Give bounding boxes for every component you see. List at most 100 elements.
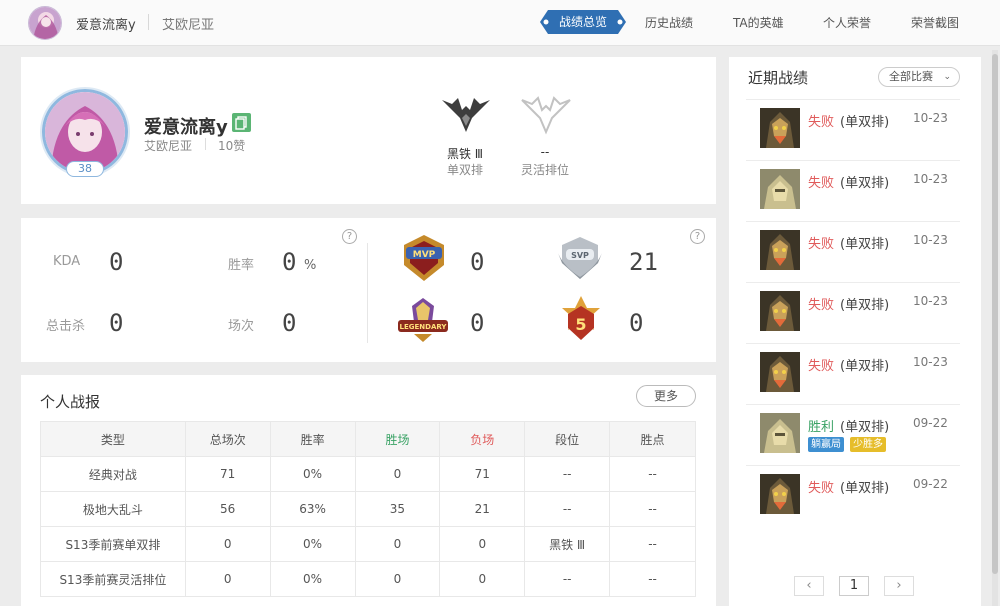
match-tag: 少胜多 [850,437,886,452]
match-date: 10-23 [913,233,948,247]
tab-history[interactable]: 历史战绩 [645,14,693,31]
match-date: 10-23 [913,111,948,125]
match-mode: (单双排) [840,176,890,191]
match-date: 09-22 [913,477,948,491]
chevron-down-icon: ⌄ [943,72,951,82]
profile-likes: 10赞 [218,139,246,153]
legendary-badge-icon: LEGENDARY [394,296,452,348]
table-cell: 71 [184,456,271,492]
table-cell: 0 [354,561,441,597]
match-result: 胜利 [808,420,835,435]
svg-text:5: 5 [575,315,586,334]
table-row: 极地大乱斗 56 63% 35 21 -- -- [40,491,696,527]
tab-overview-label: 战绩总览 [558,15,607,29]
column-header: 段位 [524,421,611,457]
tab-overview[interactable]: 战绩总览 [540,10,626,34]
column-header: 类型 [40,421,186,457]
scrollbar-thumb[interactable] [992,54,998,574]
list-item[interactable]: 失败 (单双排) 10-23 [746,343,960,404]
recent-title: 近期战绩 [748,69,809,87]
list-item[interactable]: 失败 (单双排) 10-23 [746,282,960,343]
list-item[interactable]: 失败 (单双排) 10-23 [746,160,960,221]
match-result: 失败 [808,176,835,191]
profile-region: 艾欧尼亚 [144,139,193,153]
tab-honors[interactable]: 个人荣誉 [823,14,871,31]
top-avatar[interactable] [28,6,62,40]
help-icon[interactable]: ? [342,229,357,244]
page-number-button[interactable]: 1 [839,576,869,596]
table-row: S13季前赛单双排 0 0% 0 0 黑铁 Ⅲ -- [40,526,696,562]
match-mode: (单双排) [840,298,890,313]
tab-screenshots[interactable]: 荣誉截图 [911,14,959,31]
table-cell: -- [524,491,611,527]
mvp-count: 0 [470,248,485,276]
tab-heroes[interactable]: TA的英雄 [733,14,784,31]
report-table: 类型 总场次 胜率 胜场 负场 段位 胜点 经典对战 71 0% 0 71 --… [40,421,696,597]
match-mode: (单双排) [840,481,890,496]
table-cell: 0 [184,526,271,562]
table-cell: -- [609,491,696,527]
malphite-icon [760,413,800,453]
report-title: 个人战报 [40,393,101,411]
flex-rank-queue: 灵活排位 [520,163,569,177]
warwick-icon [760,108,800,148]
svp-count: 21 [629,248,658,276]
profile-name: 爱意流离y [144,117,228,138]
table-cell: -- [524,456,611,492]
table-cell: 0 [439,561,526,597]
table-cell: 0 [354,456,441,492]
table-cell: 经典对战 [40,456,186,492]
table-cell: 21 [439,491,526,527]
svp-badge-icon: SVP [554,233,606,287]
match-result: 失败 [808,115,835,130]
help-icon[interactable]: ? [690,229,705,244]
solo-rank-tier: 黑铁 Ⅲ [446,147,484,161]
column-header: 胜场 [354,421,441,457]
list-item[interactable]: 失败 (单双排) 10-23 [746,221,960,282]
games-label: 场次 [228,319,255,334]
table-cell: 0% [269,456,356,492]
table-cell: 56 [184,491,271,527]
kda-label: KDA [53,254,81,269]
table-cell: 0% [269,526,356,562]
winrate-label: 胜率 [228,258,255,273]
list-item[interactable]: 胜利 (单双排) 09-22 躺赢局 少胜多 [746,404,960,465]
column-header: 胜率 [269,421,356,457]
prev-page-button[interactable]: ‹ [794,576,824,596]
table-cell: 0 [439,526,526,562]
table-cell: 71 [439,456,526,492]
table-cell: S13季前赛单双排 [40,526,186,562]
warwick-icon [760,291,800,331]
list-item[interactable]: 失败 (单双排) 10-23 [746,99,960,160]
match-mode: (单双排) [840,115,890,130]
table-cell: S13季前赛灵活排位 [40,561,186,597]
copy-icon[interactable] [232,113,251,132]
legendary-count: 0 [470,309,485,337]
table-cell: -- [609,526,696,562]
match-result: 失败 [808,298,835,313]
table-cell: 黑铁 Ⅲ [524,526,611,562]
match-date: 10-23 [913,172,948,186]
games-value: 0 [282,309,297,337]
top-player-name: 爱意流离y [76,18,136,33]
solo-rank-queue: 单双排 [446,163,483,177]
column-header: 负场 [439,421,526,457]
table-cell: -- [524,561,611,597]
match-date: 10-23 [913,294,948,308]
match-result: 失败 [808,359,835,374]
divider [367,243,368,343]
kills-value: 0 [109,309,124,337]
more-button[interactable]: 更多 [636,385,696,407]
kills-label: 总击杀 [46,319,86,334]
match-tag: 躺赢局 [808,437,844,452]
svg-text:LEGENDARY: LEGENDARY [400,323,448,331]
table-row: S13季前赛灵活排位 0 0% 0 0 -- -- [40,561,696,597]
warwick-icon [760,474,800,514]
unranked-rank-icon [518,96,574,140]
list-item[interactable]: 失败 (单双排) 09-22 [746,465,960,526]
malphite-icon [760,169,800,209]
table-cell: -- [609,561,696,597]
next-page-button[interactable]: › [884,576,914,596]
match-filter-dropdown[interactable]: 全部比赛 ⌄ [878,67,960,87]
iron-rank-icon [438,96,494,140]
